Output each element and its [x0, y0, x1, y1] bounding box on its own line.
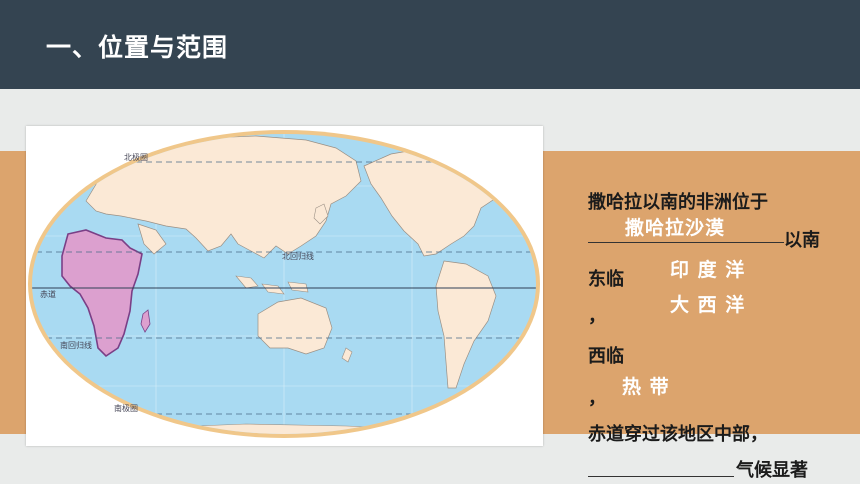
- text-east: 东临: [588, 269, 624, 290]
- antarctic-circle-label: 南极圈: [114, 403, 138, 413]
- tropic-capricorn-label: 南回归线: [60, 340, 92, 350]
- answer-sahara: 撒哈拉沙漠: [625, 217, 726, 239]
- text-comma-2: ，: [588, 388, 606, 409]
- text-west: 西临: [588, 346, 624, 367]
- blank-climate: [588, 476, 734, 477]
- text-line-1: 撒哈拉以南的非洲位于: [588, 192, 768, 213]
- tropic-cancer-label: 北回归线: [282, 251, 314, 261]
- equator-label: 赤道: [40, 289, 56, 299]
- answer-atlantic-ocean: 大 西 洋: [670, 294, 746, 316]
- text-climate-suffix: 气候显著: [736, 460, 808, 481]
- text-comma-1: ，: [588, 306, 606, 327]
- world-map-card: 北极圈 北回归线 赤道 南回归线 南极圈: [26, 126, 543, 446]
- text-line-2-suffix: 以南: [784, 230, 820, 251]
- answer-tropical: 热 带: [622, 376, 670, 398]
- world-map: 北极圈 北回归线 赤道 南回归线 南极圈: [28, 130, 540, 438]
- blank-sahara: [588, 242, 784, 243]
- greenland-landmass: [465, 134, 512, 161]
- answer-indian-ocean: 印 度 洋: [670, 259, 746, 281]
- antarctica-landmass: [65, 423, 517, 434]
- arctic-circle-label: 北极圈: [124, 152, 148, 162]
- page-title: 一、位置与范围: [46, 33, 229, 62]
- text-equator-line: 赤道穿过该地区中部，: [588, 424, 768, 445]
